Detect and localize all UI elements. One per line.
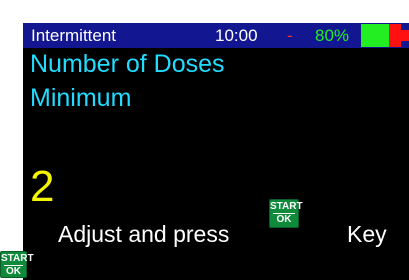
start-ok-button[interactable]: START OK xyxy=(0,251,34,278)
status-bar: Intermittent 10:00 - 80% xyxy=(23,23,409,48)
battery-fill xyxy=(361,24,389,47)
parameter-subtitle: Minimum xyxy=(30,84,132,112)
instruction-text: Adjust and press xyxy=(58,221,230,247)
start-ok-button-top-label: START xyxy=(1,253,34,264)
battery-percent: 80% xyxy=(315,26,350,45)
battery-icon xyxy=(361,24,409,47)
start-ok-key-icon: START OK xyxy=(269,199,303,228)
device-screen: Intermittent 10:00 - 80% Number of Doses… xyxy=(23,23,409,280)
infusion-mode: Intermittent xyxy=(31,26,117,45)
parameter-title: Number of Doses xyxy=(30,50,225,78)
dose-count-value[interactable]: 2 xyxy=(30,163,54,211)
start-ok-key-top-label: START xyxy=(270,201,303,212)
clock-time: 10:00 xyxy=(215,26,258,45)
start-ok-key-bottom-label: OK xyxy=(276,214,292,225)
start-ok-button-bottom-label: OK xyxy=(6,266,21,277)
battery-tip xyxy=(401,30,409,41)
battery-empty xyxy=(389,24,401,47)
instruction-key-text: Key xyxy=(347,221,387,247)
status-separator: - xyxy=(287,26,293,45)
